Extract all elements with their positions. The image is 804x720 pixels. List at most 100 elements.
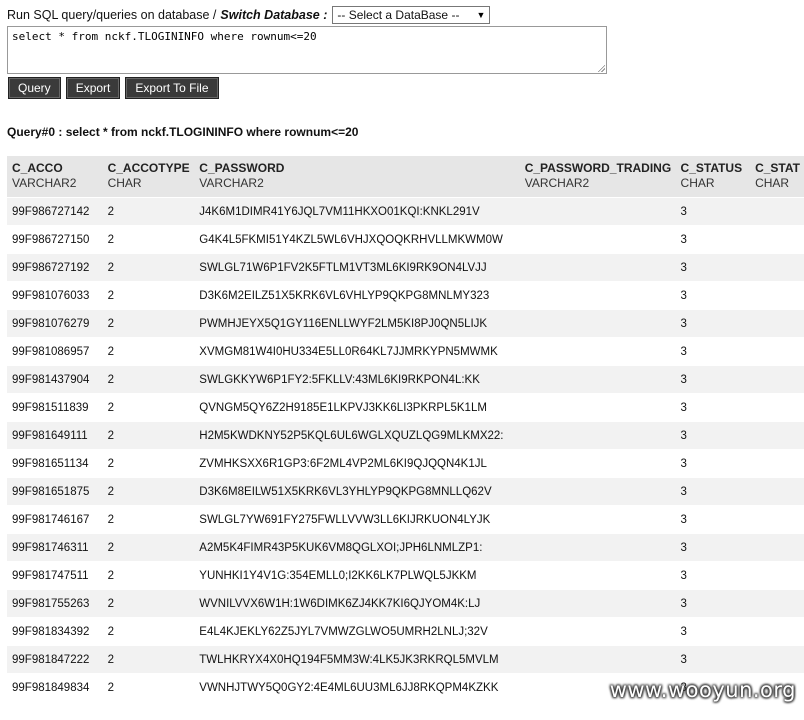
- table-cell: 99F981747511: [7, 561, 103, 590]
- column-type: VARCHAR2: [12, 176, 77, 190]
- table-cell: 3: [675, 337, 751, 366]
- table-cell: TWLHKRYX4X0HQ194F5MM3W:4LK5JK3RKRQL5MVLM: [194, 645, 520, 674]
- table-row: 99F981651875 2 D3K6M8EILW51X5KRK6VL3YHLYP9…: [7, 477, 804, 506]
- table-cell: 3: [675, 225, 751, 254]
- results-table: C_ACCO VARCHAR2 C_ACCOTYPE CHAR C_PASSWORD VA…: [7, 156, 804, 702]
- table-cell: 2: [102, 533, 195, 562]
- database-select[interactable]: -- Select a DataBase -- ▼: [332, 6, 491, 24]
- table-cell: 2: [102, 421, 195, 450]
- column-header: C_ACCO VARCHAR2: [7, 156, 103, 198]
- table-cell: 3: [675, 421, 751, 450]
- table-row: 99F981847222 2 TWLHKRYX4X0HQ194F5MM3W:4LK5…: [7, 645, 804, 674]
- query-button[interactable]: Query: [8, 77, 61, 99]
- table-cell: [750, 477, 804, 506]
- table-cell: [519, 449, 676, 478]
- column-type: VARCHAR2: [199, 176, 264, 190]
- table-cell: 99F981834392: [7, 617, 103, 646]
- query-header: Run SQL query/queries on database / Swit…: [7, 5, 491, 25]
- column-type: VARCHAR2: [524, 176, 590, 190]
- table-row: 99F981747511 2 YUNHKI1Y4V1G:354EMLL0;I2KK6…: [7, 561, 804, 590]
- table-cell: 99F981649111: [7, 421, 103, 450]
- column-type: CHAR: [755, 176, 790, 190]
- table-cell: [519, 281, 676, 310]
- table-cell: [519, 365, 676, 394]
- table-cell: 99F981755263: [7, 589, 103, 618]
- column-header: C_ACCOTYPE CHAR: [102, 156, 195, 198]
- table-cell: 99F986727192: [7, 253, 103, 282]
- table-row: 99F981834392 2 E4L4KJEKLY62Z5JYL7VMWZGLWO5…: [7, 617, 804, 646]
- database-select-value: -- Select a DataBase --: [337, 8, 460, 22]
- run-sql-label: Run SQL query/queries on database /: [7, 8, 217, 22]
- table-cell: 3: [675, 589, 751, 618]
- table-cell: WVNILVVX6W1H:1W6DIMK6ZJ4KK7KI6QJYOM4K:LJ: [194, 589, 520, 618]
- sql-textarea[interactable]: select * from nckf.TLOGININFO where rown…: [7, 26, 607, 74]
- table-cell: [750, 645, 804, 674]
- table-cell: J4K6M1DIMR41Y6JQL7VM11HKXO01KQI:KNKL291V: [194, 197, 520, 226]
- table-cell: [750, 197, 804, 226]
- table-cell: [519, 505, 676, 534]
- table-cell: 3: [675, 365, 751, 394]
- table-cell: H2M5KWDKNY52P5KQL6UL6WGLXQUZLQG9MLKMX22:: [194, 421, 520, 450]
- table-row: 99F981437904 2 SWLGKKYW6P1FY2:5FKLLV:43ML6…: [7, 365, 804, 394]
- table-cell: 2: [102, 645, 195, 674]
- table-cell: [519, 393, 676, 422]
- table-cell: G4K4L5FKMI51Y4KZL5WL6VHJXQOQKRHVLLMKWM0W: [194, 225, 520, 254]
- table-cell: [750, 533, 804, 562]
- table-cell: [750, 225, 804, 254]
- table-cell: D3K6M2EILZ51X5KRK6VL6VHLYP9QKPG8MNLMY323: [194, 281, 520, 310]
- table-cell: 3: [675, 197, 751, 226]
- table-cell: 2: [102, 365, 195, 394]
- table-cell: 3: [675, 533, 751, 562]
- table-row: 99F986727150 2 G4K4L5FKMI51Y4KZL5WL6VHJXQO…: [7, 225, 804, 254]
- column-name: C_ACCO: [12, 161, 63, 175]
- export-button[interactable]: Export: [65, 77, 121, 99]
- sql-text: select * from nckf.TLOGININFO where rown…: [12, 30, 317, 43]
- table-cell: 3: [675, 561, 751, 590]
- table-cell: [750, 561, 804, 590]
- export-to-file-button[interactable]: Export To File: [125, 77, 219, 99]
- column-name: C_PASSWORD_TRADING: [524, 161, 672, 175]
- table-row: 99F981076279 2 PWMHJEYX5Q1GY116ENLLWYF2LM5…: [7, 309, 804, 338]
- table-cell: 3: [675, 253, 751, 282]
- table-cell: [750, 309, 804, 338]
- table-cell: [750, 589, 804, 618]
- table-cell: 2: [102, 505, 195, 534]
- table-cell: 3: [675, 281, 751, 310]
- resize-grip-icon[interactable]: [597, 64, 605, 72]
- column-name: C_STATUS: [680, 161, 743, 175]
- table-cell: 2: [102, 337, 195, 366]
- table-row: 99F981651134 2 ZVMHKSXX6R1GP3:6F2ML4VP2ML6…: [7, 449, 804, 478]
- table-cell: 99F981746167: [7, 505, 103, 534]
- table-cell: [519, 477, 676, 506]
- header-row: C_ACCO VARCHAR2 C_ACCOTYPE CHAR C_PASSWORD VA…: [7, 156, 804, 198]
- column-type: CHAR: [680, 176, 715, 190]
- table-cell: [750, 421, 804, 450]
- watermark: www.wooyun.org: [609, 678, 796, 702]
- table-cell: [519, 589, 676, 618]
- table-cell: XVMGM81W4I0HU334E5LL0R64KL7JJMRKYPN5MWMK: [194, 337, 520, 366]
- table-cell: 2: [102, 393, 195, 422]
- column-name: C_ACCOTYPE: [107, 161, 190, 175]
- column-type: CHAR: [107, 176, 142, 190]
- table-cell: [750, 337, 804, 366]
- table-row: 99F986727192 2 SWLGL71W6P1FV2K5FTLM1VT3ML6…: [7, 253, 804, 282]
- table-cell: 99F981847222: [7, 645, 103, 674]
- table-cell: 99F981437904: [7, 365, 103, 394]
- table-cell: 2: [102, 561, 195, 590]
- table-cell: [750, 253, 804, 282]
- table-cell: 2: [102, 253, 195, 282]
- table-cell: 99F981849834: [7, 673, 103, 702]
- table-cell: 2: [102, 449, 195, 478]
- table-cell: 99F981076279: [7, 309, 103, 338]
- table-cell: [750, 505, 804, 534]
- table-cell: 2: [102, 477, 195, 506]
- table-cell: [750, 365, 804, 394]
- table-cell: E4L4KJEKLY62Z5JYL7VMWZGLWO5UMRH2LNLJ;32V: [194, 617, 520, 646]
- table-cell: SWLGKKYW6P1FY2:5FKLLV:43ML6KI9RKPON4L:KK: [194, 365, 520, 394]
- table-cell: 3: [675, 393, 751, 422]
- table-row: 99F981076033 2 D3K6M2EILZ51X5KRK6VL6VHLYP9…: [7, 281, 804, 310]
- table-cell: 99F981086957: [7, 337, 103, 366]
- table-cell: 2: [102, 617, 195, 646]
- table-cell: 99F986727142: [7, 197, 103, 226]
- table-cell: 2: [102, 225, 195, 254]
